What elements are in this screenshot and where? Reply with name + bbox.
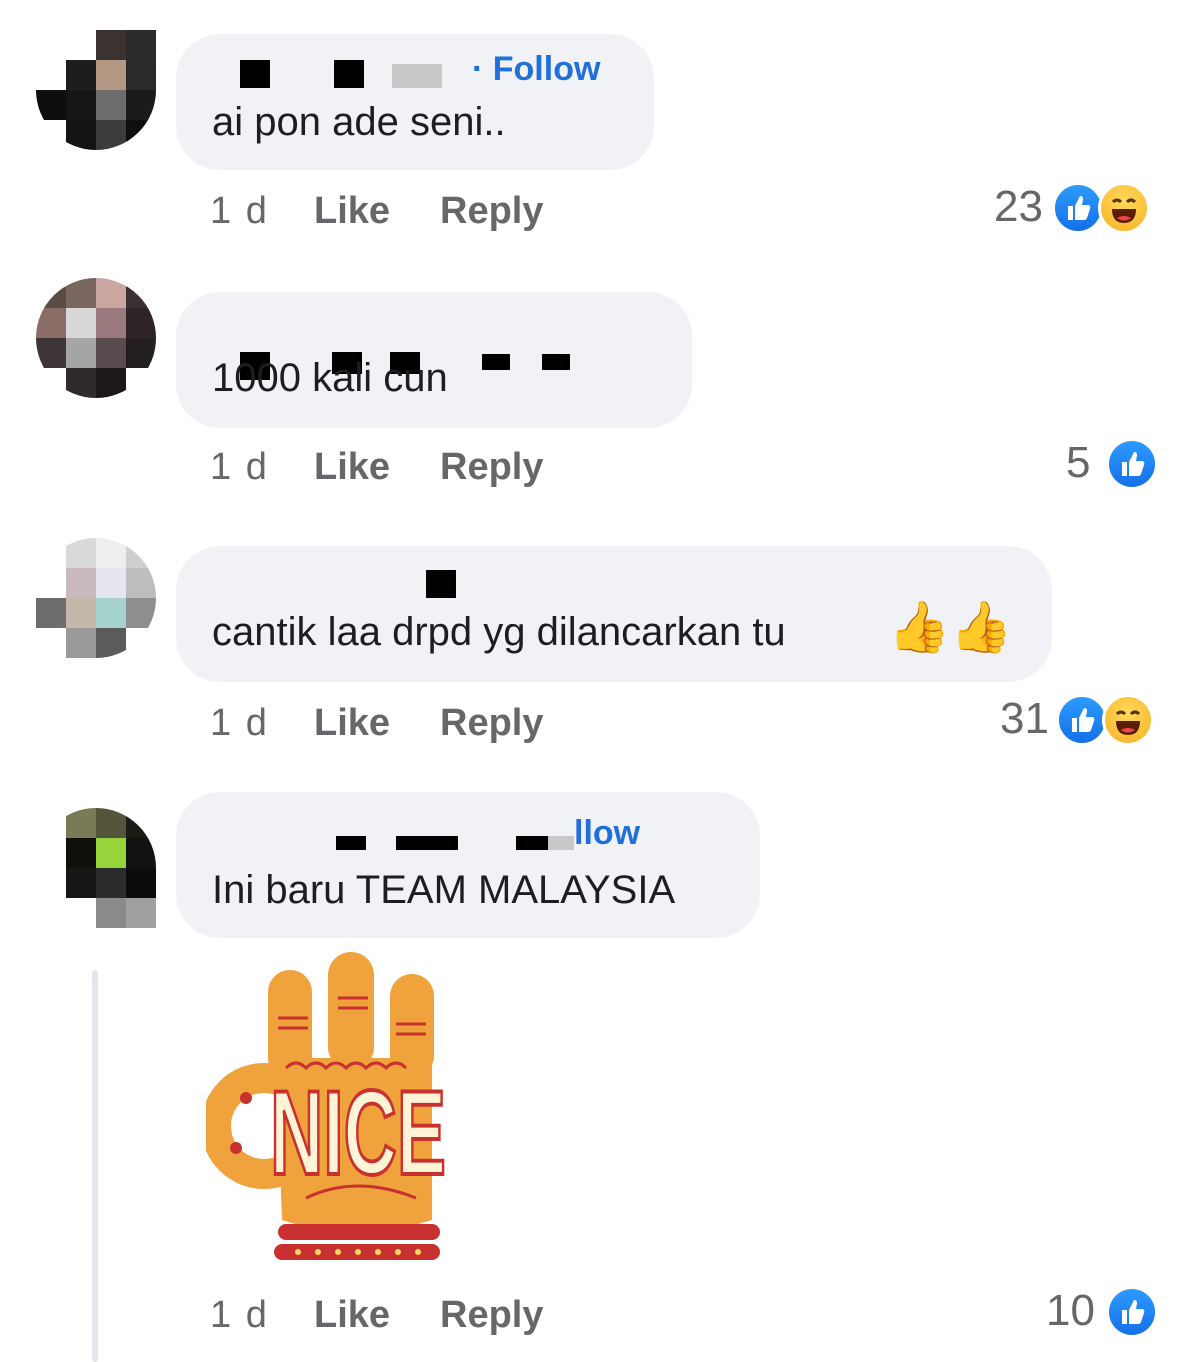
thumbs-up-emoji: 👍👍 [888, 599, 1013, 655]
comment-timestamp[interactable]: 1 d [210, 446, 269, 489]
avatar[interactable] [36, 538, 156, 658]
like-icon [1106, 1286, 1158, 1338]
comment-text: Ini baru TEAM MALAYSIA [212, 868, 676, 912]
like-button[interactable]: Like [314, 1294, 390, 1337]
reaction-summary[interactable]: 10 [1046, 1286, 1161, 1338]
avatar[interactable] [36, 30, 156, 150]
reaction-summary[interactable]: 31 [1000, 694, 1160, 746]
sticker-text: NICE [270, 1067, 446, 1201]
reaction-count: 31 [1000, 694, 1049, 743]
reply-button[interactable]: Reply [440, 190, 543, 233]
reply-button[interactable]: Reply [440, 446, 543, 489]
avatar[interactable] [36, 808, 156, 928]
haha-icon [1102, 694, 1154, 746]
thread-line [92, 970, 98, 1362]
reply-button[interactable]: Reply [440, 702, 543, 745]
reaction-count: 23 [994, 182, 1043, 231]
like-icon [1056, 694, 1108, 746]
commenter-name[interactable] [212, 314, 728, 380]
like-button[interactable]: Like [314, 702, 390, 745]
like-button[interactable]: Like [314, 190, 390, 233]
follow-link[interactable]: · Follow [472, 50, 600, 89]
follow-link[interactable]: llow [574, 814, 640, 853]
like-button[interactable]: Like [314, 446, 390, 489]
like-icon [1106, 438, 1158, 490]
comment-text: 1000 kali cun [212, 356, 448, 400]
reaction-summary[interactable]: 23 [994, 182, 1159, 234]
comment-timestamp[interactable]: 1 d [210, 702, 269, 745]
nice-sticker[interactable]: NICE [201, 948, 447, 1268]
comment-bubble: cantik laa drpd yg dilancarkan tu 👍👍 [176, 546, 1052, 682]
comment-text: cantik laa drpd yg dilancarkan tu [212, 610, 786, 654]
like-icon [1052, 182, 1104, 234]
comment-text: ai pon ade seni.. [212, 100, 506, 144]
comment-bubble: llow Ini baru TEAM MALAYSIA [176, 792, 760, 938]
comment-bubble: · Follow ai pon ade seni.. [176, 34, 654, 170]
comment-timestamp[interactable]: 1 d [210, 190, 269, 233]
reaction-count: 10 [1046, 1286, 1095, 1335]
comment-timestamp[interactable]: 1 d [210, 1294, 269, 1337]
reaction-count: 5 [1066, 438, 1091, 487]
commenter-name[interactable]: · Follow [212, 50, 690, 96]
comment-bubble: 1000 kali cun [176, 292, 692, 428]
haha-icon [1098, 182, 1150, 234]
avatar[interactable] [36, 278, 156, 398]
commenter-name[interactable]: llow [212, 814, 796, 862]
reply-button[interactable]: Reply [440, 1294, 543, 1337]
reaction-summary[interactable]: 5 [1066, 438, 1161, 490]
